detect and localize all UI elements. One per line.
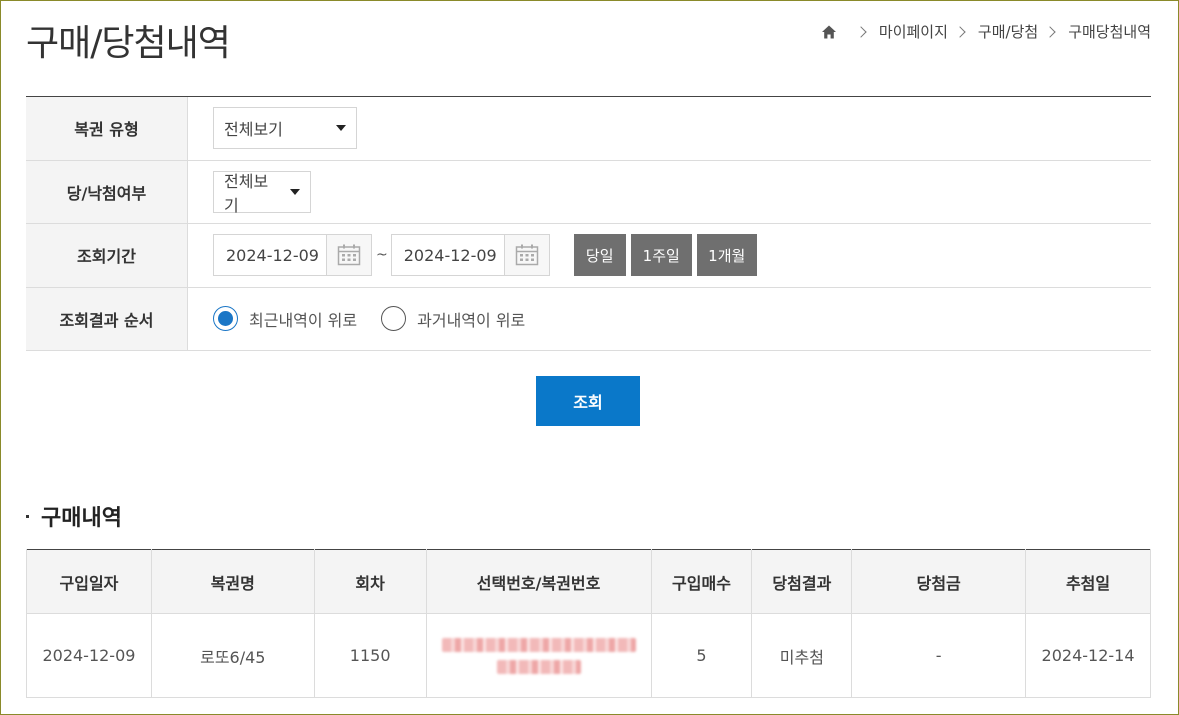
chevron-right-icon: [954, 25, 966, 38]
col-prize: 당첨금: [851, 549, 1027, 614]
redacted-number-line: [496, 659, 581, 674]
period-row: 조회기간 2024-12-09 ~ 2024-12-09 당일 1주일 1개월: [26, 224, 1151, 288]
period-label: 조회기간: [26, 224, 188, 287]
cell-lottery-name: 로또6/45: [150, 613, 315, 698]
col-numbers: 선택번호/복권번호: [425, 549, 652, 614]
end-date-value[interactable]: 2024-12-09: [392, 235, 504, 275]
recent-first-label[interactable]: 최근내역이 위로: [249, 307, 357, 331]
search-form: 복권 유형 전체보기 당/낙첨여부 전체보기 조회기간 2024-12-09 ~…: [26, 96, 1151, 351]
one-month-button[interactable]: 1개월: [696, 234, 757, 277]
cell-round: 1150: [313, 613, 427, 698]
table-row[interactable]: 2024-12-09 로또6/45 1150 5 미추첨 - 2024-12-1…: [26, 613, 1151, 698]
one-week-button[interactable]: 1주일: [630, 234, 692, 277]
start-date-value[interactable]: 2024-12-09: [214, 235, 326, 275]
start-date-field[interactable]: 2024-12-09: [213, 234, 372, 277]
date-separator: ~: [376, 247, 388, 264]
table-header-row: 구입일자 복권명 회차 선택번호/복권번호 구입매수 당첨결과 당첨금 추첨일: [26, 549, 1151, 614]
bullet-icon: [26, 514, 29, 518]
cell-purchase-date: 2024-12-09: [26, 613, 152, 698]
purchase-history-table: 구입일자 복권명 회차 선택번호/복권번호 구입매수 당첨결과 당첨금 추첨일 …: [26, 549, 1151, 698]
breadcrumb: 마이페이지 구매/당첨 구매당첨내역: [821, 21, 1151, 42]
order-radio-group: 최근내역이 위로 과거내역이 위로: [213, 306, 549, 332]
end-date-field[interactable]: 2024-12-09: [390, 234, 550, 277]
col-result: 당첨결과: [751, 549, 853, 614]
order-label: 조회결과 순서: [26, 287, 188, 350]
home-icon[interactable]: [821, 24, 837, 40]
purchase-history-title: 구매내역: [26, 500, 122, 532]
caret-down-icon: [336, 125, 346, 132]
search-button[interactable]: 조회: [536, 376, 640, 426]
col-lottery-name: 복권명: [150, 549, 315, 614]
win-status-row: 당/낙첨여부 전체보기: [26, 160, 1151, 224]
breadcrumb-purchase-win[interactable]: 구매/당첨: [978, 21, 1038, 42]
lottery-type-value: 전체보기: [224, 120, 283, 140]
cell-numbers-redacted[interactable]: [425, 613, 652, 698]
col-purchase-date: 구입일자: [26, 549, 152, 614]
purchase-history-title-text: 구매내역: [41, 506, 122, 531]
page-title: 구매/당첨내역: [26, 23, 231, 64]
chevron-right-icon: [1044, 25, 1056, 38]
calendar-icon[interactable]: [326, 235, 371, 276]
win-status-select[interactable]: 전체보기: [213, 170, 311, 215]
oldest-first-label[interactable]: 과거내역이 위로: [417, 307, 525, 331]
chevron-right-icon: [855, 25, 867, 38]
lottery-type-select[interactable]: 전체보기: [213, 107, 357, 150]
calendar-icon[interactable]: [503, 235, 549, 276]
order-row: 조회결과 순서 최근내역이 위로 과거내역이 위로: [26, 287, 1151, 351]
cell-quantity: 5: [650, 613, 753, 698]
col-round: 회차: [313, 549, 427, 614]
oldest-first-radio[interactable]: [381, 306, 407, 332]
breadcrumb-mypage[interactable]: 마이페이지: [879, 21, 948, 42]
col-draw-date: 추첨일: [1025, 549, 1151, 614]
lottery-type-label: 복권 유형: [26, 97, 188, 160]
today-button[interactable]: 당일: [573, 234, 626, 277]
breadcrumb-current: 구매당첨내역: [1068, 23, 1151, 41]
lottery-type-row: 복권 유형 전체보기: [26, 97, 1151, 161]
cell-prize: -: [851, 613, 1027, 698]
radio-selected-dot: [218, 311, 233, 327]
cell-result: 미추첨: [751, 613, 853, 698]
recent-first-radio[interactable]: [213, 306, 238, 332]
win-status-label: 당/낙첨여부: [26, 160, 188, 223]
win-status-value: 전체보기: [224, 171, 269, 215]
redacted-number-line: [441, 637, 636, 652]
cell-draw-date: 2024-12-14: [1025, 613, 1151, 698]
col-quantity: 구입매수: [650, 549, 753, 614]
caret-down-icon: [290, 188, 300, 195]
